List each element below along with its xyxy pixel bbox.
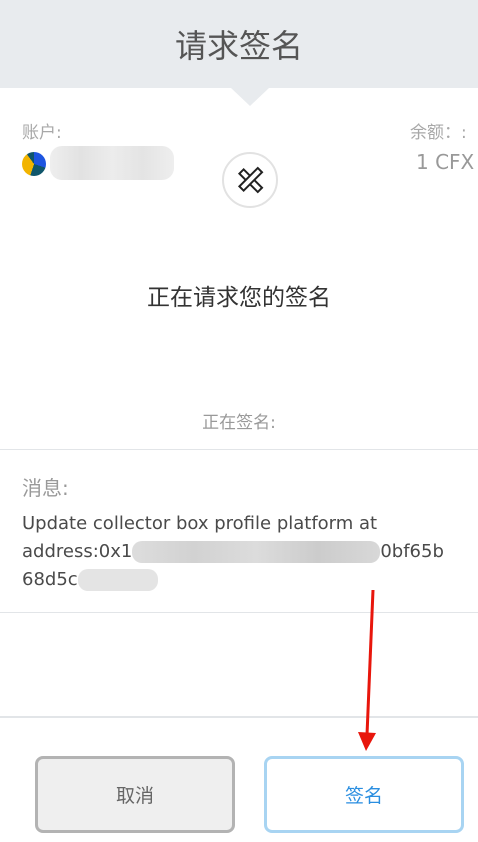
annotation-arrow [358,589,376,751]
